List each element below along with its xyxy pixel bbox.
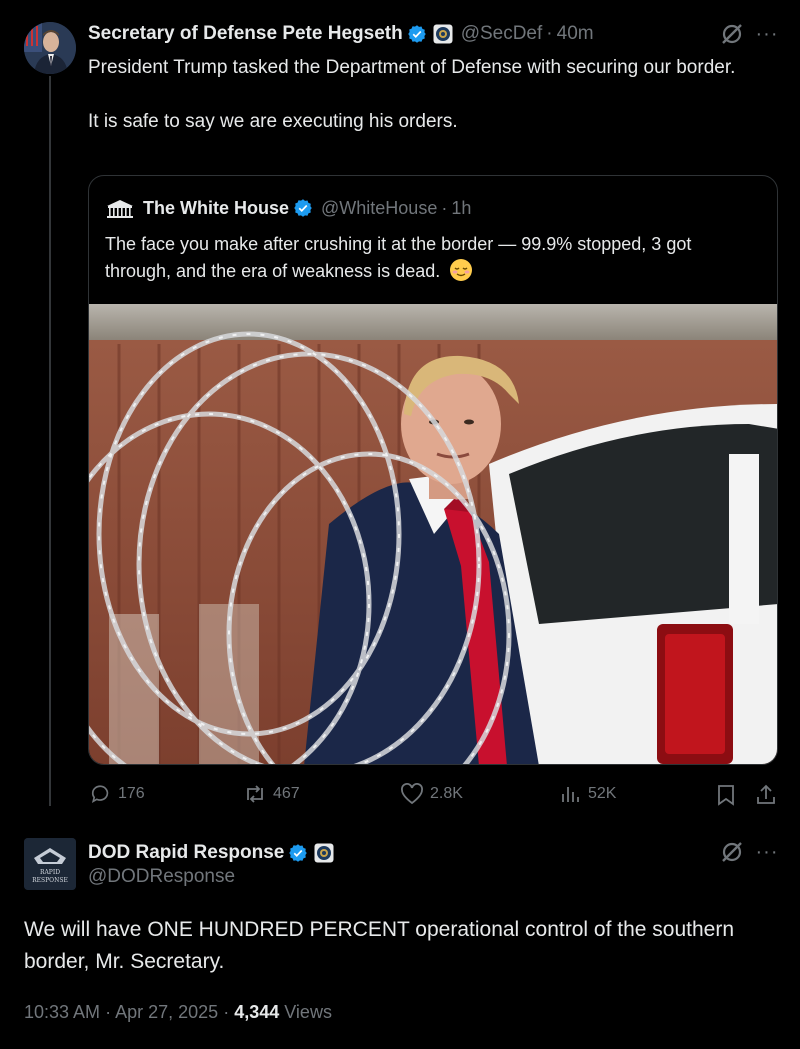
quoted-author-name[interactable]: The White House bbox=[143, 198, 289, 219]
reply-date[interactable]: Apr 27, 2025 bbox=[115, 1002, 218, 1022]
repost-button[interactable]: 467 bbox=[243, 783, 300, 805]
verified-badge-icon bbox=[294, 199, 312, 217]
views-button[interactable]: 52K bbox=[560, 783, 616, 805]
relieved-face-emoji-icon bbox=[450, 259, 473, 281]
separator-dot: · bbox=[105, 1002, 116, 1022]
reply-count: 176 bbox=[118, 785, 145, 802]
quoted-author-handle[interactable]: @WhiteHouse bbox=[321, 198, 437, 219]
views-icon bbox=[562, 787, 579, 802]
reply-button[interactable]: 176 bbox=[90, 783, 145, 805]
grok-icon[interactable] bbox=[718, 20, 746, 48]
more-icon[interactable]: ··· bbox=[752, 20, 782, 48]
post-time[interactable]: 40m bbox=[557, 23, 594, 45]
affiliation-badge-icon bbox=[314, 843, 334, 863]
dod-response-avatar[interactable]: RAPID RESPONSE bbox=[24, 838, 76, 890]
reply-time[interactable]: 10:33 AM bbox=[24, 1002, 100, 1022]
like-icon bbox=[401, 783, 423, 805]
quoted-post-text: The face you make after crushing it at t… bbox=[105, 234, 692, 281]
more-icon[interactable]: ··· bbox=[752, 838, 782, 866]
bookmark-icon[interactable] bbox=[715, 783, 737, 807]
like-count: 2.8K bbox=[430, 785, 463, 802]
post-header: Secretary of Defense Pete Hegseth @SecDe… bbox=[88, 20, 594, 48]
reply-author-name[interactable]: DOD Rapid Response bbox=[88, 842, 284, 864]
thread-connector-line bbox=[49, 76, 51, 806]
separator-dot: · bbox=[546, 23, 553, 44]
reply-views-label: Views bbox=[284, 1002, 332, 1022]
author-handle[interactable]: @SecDef bbox=[461, 23, 543, 45]
reply-icon bbox=[91, 785, 109, 803]
repost-count: 467 bbox=[273, 785, 300, 802]
quoted-post-header: The White House @WhiteHouse · 1h bbox=[105, 196, 471, 220]
share-icon[interactable] bbox=[755, 783, 777, 807]
reply-views-count: 4,344 bbox=[234, 1002, 280, 1022]
reply-text: We will have ONE HUNDRED PERCENT operati… bbox=[24, 918, 735, 973]
affiliation-badge-icon bbox=[433, 24, 453, 44]
quoted-post[interactable]: The White House @WhiteHouse · 1h The fac… bbox=[88, 175, 778, 765]
secdef-avatar[interactable] bbox=[24, 22, 76, 74]
like-button[interactable]: 2.8K bbox=[400, 783, 463, 805]
avatar-text-rapid: RAPID bbox=[40, 869, 60, 876]
quoted-post-photo[interactable] bbox=[89, 304, 778, 765]
separator-dot: · bbox=[223, 1002, 235, 1022]
reply-header: DOD Rapid Response bbox=[88, 840, 334, 866]
verified-badge-icon bbox=[289, 844, 308, 862]
post-action-bar: 176 467 2.8K 52K bbox=[0, 783, 800, 809]
views-count: 52K bbox=[588, 785, 617, 802]
quoted-post-time[interactable]: 1h bbox=[451, 198, 471, 219]
separator-dot: · bbox=[441, 197, 448, 218]
author-name[interactable]: Secretary of Defense Pete Hegseth bbox=[88, 23, 403, 45]
grok-icon[interactable] bbox=[718, 838, 746, 866]
reply-meta: 10:33 AM · Apr 27, 2025 · 4,344 Views bbox=[24, 1002, 332, 1023]
verified-badge-icon bbox=[407, 25, 426, 43]
white-house-logo-icon bbox=[105, 197, 135, 219]
quoted-post-text-block: The face you make after crushing it at t… bbox=[105, 231, 755, 285]
reply-author-handle[interactable]: @DODResponse bbox=[88, 866, 235, 888]
repost-icon bbox=[247, 785, 263, 803]
avatar-text-response: RESPONSE bbox=[32, 877, 68, 884]
post-text: President Trump tasked the Department of… bbox=[88, 57, 736, 132]
